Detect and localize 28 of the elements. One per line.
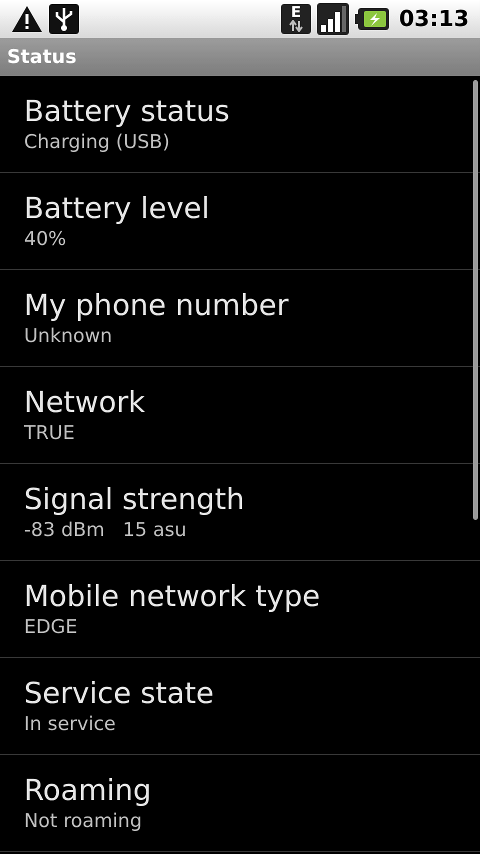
clock: 03:13 <box>398 6 469 34</box>
row-title: Battery status <box>24 93 231 129</box>
row-summary: In service <box>24 712 117 737</box>
row-summary: Charging (USB) <box>24 130 171 155</box>
row-summary: 40% <box>24 227 68 252</box>
row-title: My phone number <box>24 287 290 323</box>
warning-icon <box>11 5 43 33</box>
status-row[interactable]: Roaming Not roaming <box>0 755 480 852</box>
row-title: Signal strength <box>24 481 246 517</box>
row-summary: Unknown <box>24 324 114 349</box>
row-summary: TRUE <box>24 421 76 446</box>
status-row[interactable]: Mobile network type EDGE <box>0 561 480 658</box>
scrollbar-thumb[interactable] <box>473 80 478 520</box>
status-row[interactable]: Service state In service <box>0 658 480 755</box>
network-type-letter: E <box>290 4 302 20</box>
row-summary: -83 dBm 15 asu <box>24 518 188 543</box>
signal-icon <box>316 3 349 35</box>
row-title: Mobile network type <box>24 578 322 614</box>
data-arrows-icon <box>288 20 304 32</box>
row-title: Network <box>24 384 146 420</box>
row-summary: EDGE <box>24 615 78 640</box>
battery-charging-icon <box>354 8 389 30</box>
row-title: Battery level <box>24 190 211 226</box>
row-title: Roaming <box>24 772 152 808</box>
row-title: Service state <box>24 675 215 711</box>
row-summary: Not roaming <box>24 809 143 834</box>
screen-title: Status <box>7 44 77 70</box>
usb-icon <box>49 4 79 34</box>
